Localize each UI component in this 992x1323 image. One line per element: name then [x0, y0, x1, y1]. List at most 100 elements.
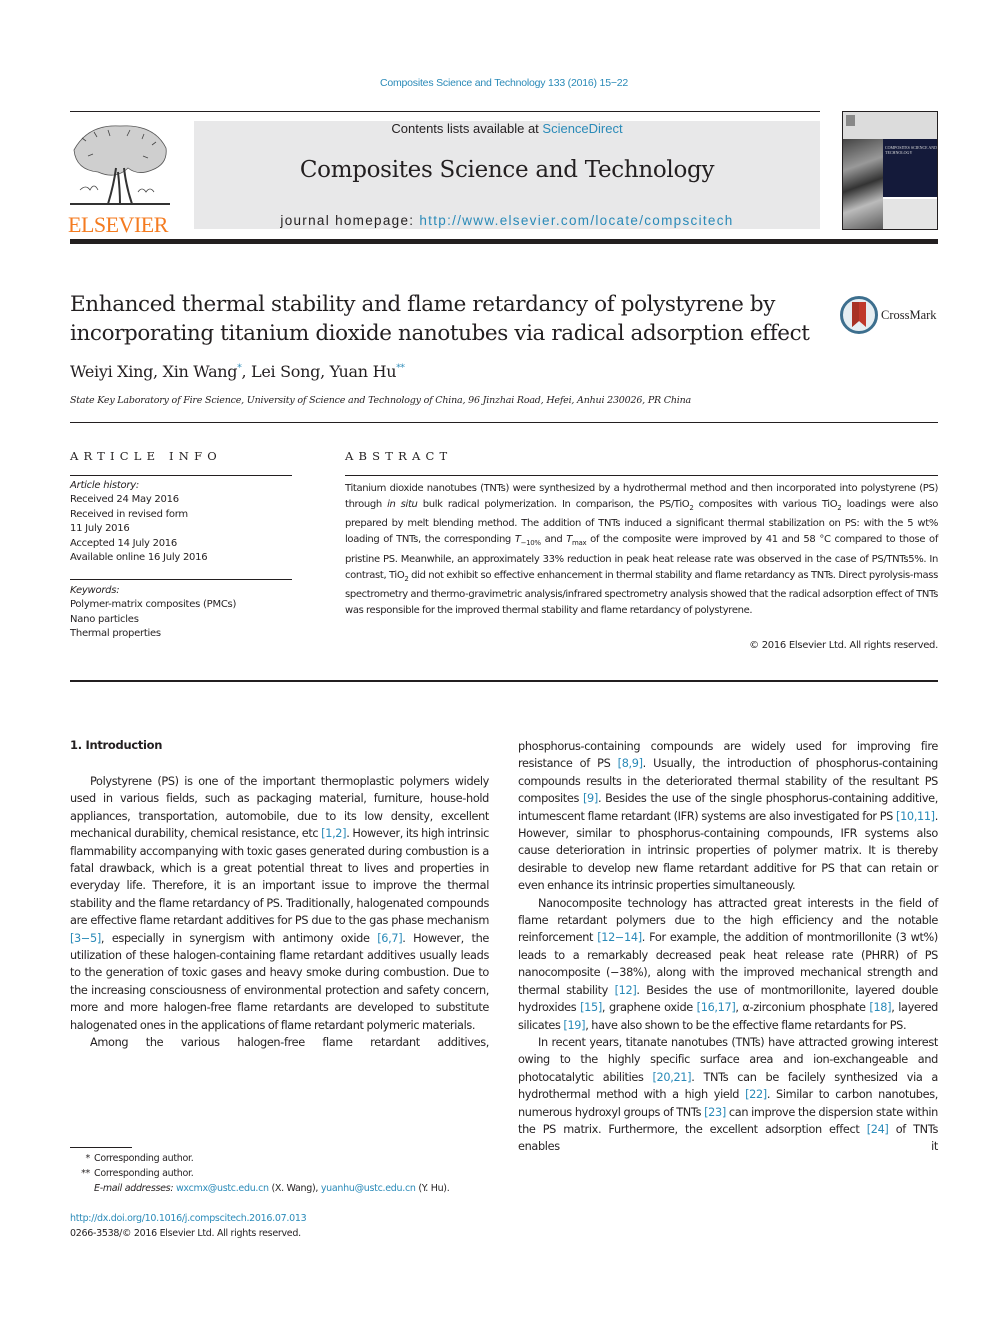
reference-link[interactable]: [12]	[615, 984, 637, 997]
author-name[interactable]: Lei Song	[251, 362, 320, 381]
reference-link[interactable]: [22]	[745, 1088, 767, 1101]
email-link[interactable]: wxcmx@ustc.edu.cn	[176, 1183, 269, 1194]
abstract-segment: did not exhibit so effective enhancement…	[345, 569, 939, 616]
reference-link[interactable]: [1,2]	[321, 827, 346, 840]
text: . However, the utilization of these halo…	[70, 931, 489, 1032]
abstract-segment: and	[540, 534, 567, 546]
abstract-segment: composites with various TiO	[693, 498, 838, 510]
title-line-1: Enhanced thermal stability and flame ret…	[70, 292, 775, 317]
reference-link[interactable]: [20,21]	[653, 1071, 692, 1084]
author-name[interactable]: Yuan Hu	[330, 362, 397, 381]
title-line-2: incorporating titanium dioxide nanotubes…	[70, 321, 810, 346]
author-name[interactable]: Xin Wang	[163, 362, 238, 381]
email-link[interactable]: yuanhu@ustc.edu.cn	[321, 1183, 416, 1194]
article-title: Enhanced thermal stability and flame ret…	[70, 290, 830, 348]
cover-title: COMPOSITES SCIENCE AND TECHNOLOGY	[883, 139, 937, 197]
paragraph: phosphorus-containing compounds are wide…	[518, 738, 938, 895]
cover-logo-icon	[846, 115, 855, 126]
reference-link[interactable]: [23]	[704, 1106, 726, 1119]
contents-line: Contents lists available at ScienceDirec…	[194, 121, 820, 136]
text: , graphene oxide	[601, 1001, 697, 1015]
email-label: E-mail addresses:	[94, 1183, 176, 1194]
reference-link[interactable]: [10,11]	[896, 810, 935, 823]
reference-link[interactable]: [8,9]	[618, 757, 643, 770]
affiliation: State Key Laboratory of Fire Science, Un…	[70, 395, 691, 406]
homepage-line: journal homepage: http://www.elsevier.co…	[194, 213, 820, 228]
affiliation-rule	[70, 422, 938, 423]
doi-link[interactable]: http://dx.doi.org/10.1016/j.compscitech.…	[70, 1213, 307, 1224]
crossmark-icon	[840, 296, 878, 334]
footnote-text: Corresponding author.	[94, 1153, 194, 1164]
journal-citation[interactable]: Composites Science and Technology 133 (2…	[0, 77, 992, 89]
author-separator: ,	[320, 362, 330, 381]
abstract-rule	[345, 475, 938, 476]
history-label: Article history:	[70, 480, 140, 491]
subscript: −10%	[520, 539, 541, 548]
text: , α-zirconium phosphate	[735, 1001, 870, 1015]
elsevier-wordmark: ELSEVIER	[68, 212, 168, 237]
paragraph: Polystyrene (PS) is one of the important…	[70, 773, 489, 1034]
footnotes: * Corresponding author. ** Corresponding a…	[74, 1151, 450, 1196]
abstract-italic: in situ	[387, 498, 418, 510]
history-item: 11 July 2016	[70, 523, 130, 535]
footnote: * Corresponding author.	[74, 1151, 449, 1166]
reference-link[interactable]: [9]	[583, 792, 598, 805]
abstract-heading: ABSTRACT	[345, 449, 453, 463]
crossmark-button[interactable]: CrossMark	[840, 296, 937, 334]
abstract-copyright: © 2016 Elsevier Ltd. All rights reserved…	[749, 640, 938, 651]
reference-link[interactable]: [19]	[563, 1019, 585, 1032]
reference-link[interactable]: [6,7]	[377, 932, 402, 945]
article-history: Article history: Received 24 May 2016 Re…	[70, 479, 292, 565]
sciencedirect-link[interactable]: ScienceDirect	[542, 121, 622, 136]
email-owner: (Y. Hu).	[415, 1183, 450, 1194]
footnote-mark: **	[81, 1168, 90, 1179]
cover-image	[843, 139, 883, 229]
keyword-item: Nano particles	[70, 613, 139, 625]
paragraph: Nanocomposite technology has attracted g…	[518, 895, 938, 1034]
journal-banner: Contents lists available at ScienceDirec…	[194, 121, 820, 229]
paragraph: Among the various halogen-free flame ret…	[90, 1036, 489, 1050]
author-name[interactable]: Weiyi Xing	[70, 362, 153, 381]
section-heading-introduction: 1. Introduction	[70, 738, 163, 752]
footnote: ** Corresponding author.	[74, 1166, 449, 1181]
reference-link[interactable]: [16,17]	[697, 1001, 736, 1014]
history-item: Available online 16 July 2016	[70, 552, 208, 564]
abstract-segment: bulk radical polymerization. In comparis…	[417, 498, 690, 510]
cover-top-band	[843, 112, 937, 139]
reference-link[interactable]: [24]	[867, 1123, 889, 1136]
paragraph: In recent years, titanate nanotubes (TNT…	[518, 1034, 938, 1156]
cover-bottom-band	[883, 199, 937, 229]
text: . However, its high intrinsic flammabili…	[70, 827, 489, 928]
keywords-rule	[70, 579, 292, 580]
email-owner: (X. Wang),	[268, 1183, 321, 1194]
keywords: Keywords: Polymer-matrix composites (PMC…	[70, 584, 292, 642]
reference-link[interactable]: [15]	[580, 1001, 602, 1014]
history-item: Received 24 May 2016	[70, 494, 179, 506]
abstract-text: Titanium dioxide nanotubes (TNTs) were s…	[345, 481, 938, 619]
crossmark-label: CrossMark	[881, 307, 937, 322]
contents-prefix: Contents lists available at	[391, 121, 543, 136]
footnote-mark: *	[85, 1153, 91, 1164]
issn-copyright: 0266-3538/© 2016 Elsevier Ltd. All right…	[70, 1228, 301, 1239]
footnote-text: Corresponding author.	[94, 1168, 194, 1179]
homepage-link[interactable]: http://www.elsevier.com/locate/compscite…	[419, 213, 733, 228]
text: , have also shown to be the effective fl…	[585, 1018, 907, 1032]
reference-link[interactable]: [3−5]	[70, 932, 101, 945]
reference-link[interactable]: [12−14]	[597, 931, 642, 944]
keyword-item: Polymer-matrix composites (PMCs)	[70, 599, 237, 611]
reference-link[interactable]: [18]	[869, 1001, 891, 1014]
right-column: phosphorus-containing compounds are wide…	[518, 738, 938, 1156]
text: , especially in synergism with antimony …	[100, 931, 378, 945]
article-info-heading: ARTICLE INFO	[70, 449, 222, 463]
footnote-rule	[70, 1147, 132, 1148]
elsevier-logo[interactable]: ELSEVIER	[68, 120, 172, 237]
author-separator: ,	[241, 362, 252, 381]
doi-block: http://dx.doi.org/10.1016/j.compscitech.…	[70, 1211, 307, 1241]
author-separator: ,	[153, 362, 163, 381]
corresponding-mark[interactable]: **	[396, 364, 405, 374]
header-rule	[70, 111, 820, 112]
email-addresses: E-mail addresses: wxcmx@ustc.edu.cn (X. …	[74, 1181, 450, 1196]
history-item: Accepted 14 July 2016	[70, 537, 178, 549]
history-item: Received in revised form	[70, 508, 188, 520]
journal-cover-thumbnail[interactable]: COMPOSITES SCIENCE AND TECHNOLOGY	[842, 111, 938, 230]
